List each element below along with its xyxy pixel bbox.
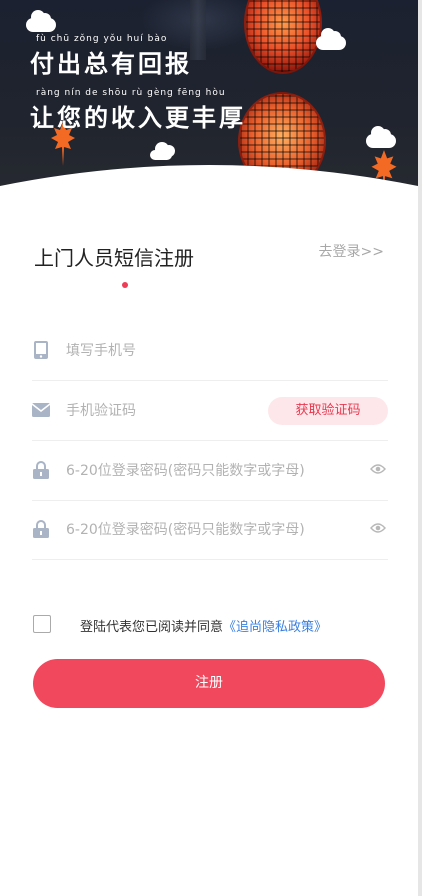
cloud-icon [26, 10, 56, 32]
confirm-password-input[interactable]: 6-20位登录密码(密码只能数字或字母) [66, 519, 305, 539]
confirm-password-field[interactable]: 6-20位登录密码(密码只能数字或字母) [32, 500, 388, 560]
header-banner: fù chū zǒng yǒu huí bào 付出总有回报 ràng nín … [0, 0, 418, 200]
page-title: 上门人员短信注册 [34, 246, 194, 270]
sms-code-field[interactable]: 手机验证码 获取验证码 [32, 381, 388, 441]
cloud-icon [316, 28, 346, 50]
password-input[interactable]: 6-20位登录密码(密码只能数字或字母) [66, 460, 305, 480]
privacy-policy-link[interactable]: 《追尚隐私政策》 [223, 620, 327, 635]
slogan-line-2: 让您的收入更丰厚 [30, 104, 246, 132]
eye-icon[interactable] [370, 462, 386, 476]
envelope-icon [32, 403, 50, 417]
slogan-line-1: 付出总有回报 [30, 50, 192, 78]
lock-icon [33, 520, 49, 538]
slogan-pinyin-1: fù chū zǒng yǒu huí bào [36, 34, 168, 44]
agreement-label: 登陆代表您已阅读并同意 [80, 620, 224, 635]
eye-icon[interactable] [370, 521, 386, 535]
banner-wave-divider [0, 165, 418, 200]
phone-field[interactable]: 填写手机号 [32, 321, 388, 381]
title-indicator-dot [122, 282, 128, 288]
register-button[interactable]: 注册 [33, 659, 385, 708]
phone-icon [34, 341, 48, 359]
cloud-icon [366, 126, 396, 148]
agreement-checkbox[interactable] [33, 615, 51, 633]
sms-code-input[interactable]: 手机验证码 [66, 400, 136, 420]
banner-pipe-decoration [190, 0, 206, 60]
lock-icon [33, 461, 49, 479]
get-code-button[interactable]: 获取验证码 [268, 397, 388, 425]
slogan-pinyin-2: ràng nín de shōu rù gèng fēng hòu [36, 88, 226, 98]
right-edge-divider [418, 0, 422, 896]
password-field[interactable]: 6-20位登录密码(密码只能数字或字母) [32, 441, 388, 501]
phone-input[interactable]: 填写手机号 [66, 340, 136, 360]
go-login-link[interactable]: 去登录>> [319, 241, 384, 261]
register-page: fù chū zǒng yǒu huí bào 付出总有回报 ràng nín … [0, 0, 418, 896]
agreement-text: 登陆代表您已阅读并同意《追尚隐私政策》 [80, 616, 327, 635]
